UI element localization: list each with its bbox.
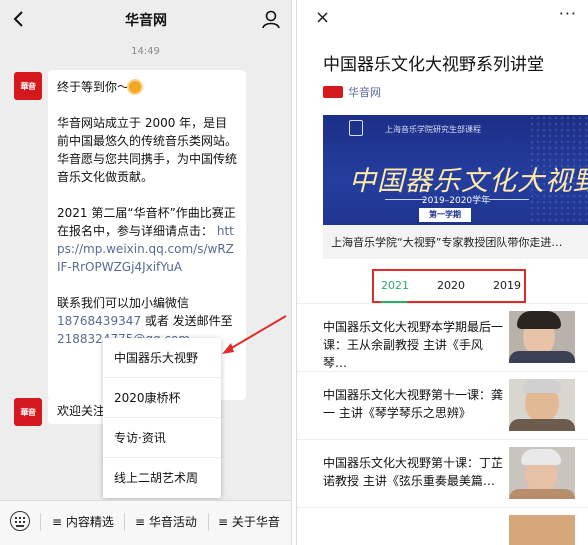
avatar-text: 華音 <box>20 81 37 91</box>
menu-huayin-events[interactable]: ≡ 华音活动 <box>135 513 197 530</box>
source-logo-icon <box>323 86 343 98</box>
source-name[interactable]: 华音网 <box>348 84 381 100</box>
submenu-item[interactable]: 专访·资讯 <box>103 418 221 458</box>
article-navbar: × ··· <box>297 0 588 38</box>
banner-subtitle: 上海音乐学院研究生部课程 <box>385 125 481 134</box>
article-panel: × ··· 中国器乐文化大视野系列讲堂 华音网 上海音乐学院研究生部课程 中国器… <box>296 0 588 545</box>
conservatory-emblem-icon <box>349 120 363 136</box>
banner-term: 第一学期 <box>419 208 471 222</box>
menu-divider <box>208 513 209 531</box>
article-thumbnail <box>509 515 575 545</box>
caption-text: 上海音乐学院“大视野”专家教授团队带你走进… <box>331 236 563 249</box>
article-thumbnail <box>509 311 575 363</box>
article-title: 中国器乐文化大视野第十一课：龚一 主讲《琴学琴乐之思辨》 <box>323 388 504 420</box>
intro-text: 华音网站成立于 2000 年，是目前中国最悠久的传统音乐类网站。华音愿与您共同携… <box>57 116 238 184</box>
contact-text-a: 联系我们可以加小编微信 <box>57 296 190 310</box>
bottom-menu-bar: ≡ 内容精选 ≡ 华音活动 ≡ 关于华音 <box>0 500 291 545</box>
more-options-icon[interactable]: ··· <box>559 4 577 23</box>
cover-banner-image[interactable]: 上海音乐学院研究生部课程 中国器乐文化大视野 2019–2020学年 第一学期 <box>323 115 588 225</box>
account-avatar[interactable]: 華音 <box>14 398 42 426</box>
article-thumbnail <box>509 379 575 431</box>
submenu-item[interactable]: 中国器乐大视野 <box>103 338 221 378</box>
account-avatar[interactable]: 華音 <box>14 72 42 100</box>
contest-paragraph: 2021 第二届“华音杯”作曲比赛正在报名中，参与详细请点击： https://… <box>57 204 237 276</box>
submenu-item[interactable]: 线上二胡艺术周 <box>103 458 221 498</box>
list-item[interactable]: 中国器乐文化大视野第十一课：龚一 主讲《琴学琴乐之思辨》 <box>297 371 588 439</box>
banner-rule <box>489 199 529 200</box>
wechat-number-link[interactable]: 18768439347 <box>57 314 141 328</box>
chat-navbar: 华音网 <box>0 0 291 38</box>
avatar-text: 華音 <box>20 407 37 417</box>
submenu-item[interactable]: 2020康桥杯 <box>103 378 221 418</box>
contest-text: 2021 第二届“华音杯”作曲比赛正在报名中，参与详细请点击： <box>57 206 236 238</box>
contact-text-b: 或者 发送邮件至 <box>144 314 233 328</box>
banner-caption[interactable]: 上海音乐学院“大视野”专家教授团队带你走进… <box>323 225 588 259</box>
tab-2019[interactable]: 2019 <box>493 279 521 292</box>
menu-divider <box>40 513 41 531</box>
list-item[interactable]: 中国器乐文化大视野本学期最后一课：王从余副教授 主讲《手风琴… <box>297 303 588 371</box>
submenu-popup: 中国器乐大视野 2020康桥杯 专访·资讯 线上二胡艺术周 <box>103 338 221 498</box>
chat-panel: 华音网 14:49 華音 终于等到你～ 华音网站成立于 2000 年，是目前中国… <box>0 0 292 545</box>
message-timestamp: 14:49 <box>131 46 160 57</box>
article-title: 中国器乐文化大视野本学期最后一课：王从余副教授 主讲《手风琴… <box>323 320 504 370</box>
article-source[interactable]: 华音网 <box>323 84 381 100</box>
tab-2020[interactable]: 2020 <box>437 279 465 292</box>
chat-title: 华音网 <box>125 13 167 29</box>
greeting-line: 终于等到你～ <box>57 78 237 96</box>
article-title: 中国器乐文化大视野第十课：丁芷诺教授 主讲《弦乐重奏最美篇… <box>323 456 504 488</box>
list-item[interactable] <box>297 507 588 545</box>
list-item[interactable]: 中国器乐文化大视野第十课：丁芷诺教授 主讲《弦乐重奏最美篇… <box>297 439 588 507</box>
user-profile-icon[interactable] <box>260 8 282 30</box>
keyboard-icon[interactable] <box>10 511 30 531</box>
article-thumbnail <box>509 447 575 499</box>
greeting-text: 终于等到你～ <box>57 80 130 94</box>
menu-divider <box>124 513 125 531</box>
tab-2021[interactable]: 2021 <box>381 279 409 292</box>
menu-content-selection[interactable]: ≡ 内容精选 <box>52 513 114 530</box>
banner-academic-year: 2019–2020学年 <box>421 196 491 206</box>
sun-emoji-icon <box>129 81 142 93</box>
year-tab-bar: 2021 2020 2019 <box>372 269 526 303</box>
close-icon[interactable]: × <box>315 7 330 28</box>
page-title: 中国器乐文化大视野系列讲堂 <box>323 55 544 75</box>
welcome-text: 欢迎关注 <box>57 404 106 418</box>
menu-about-huayin[interactable]: ≡ 关于华音 <box>218 513 280 530</box>
